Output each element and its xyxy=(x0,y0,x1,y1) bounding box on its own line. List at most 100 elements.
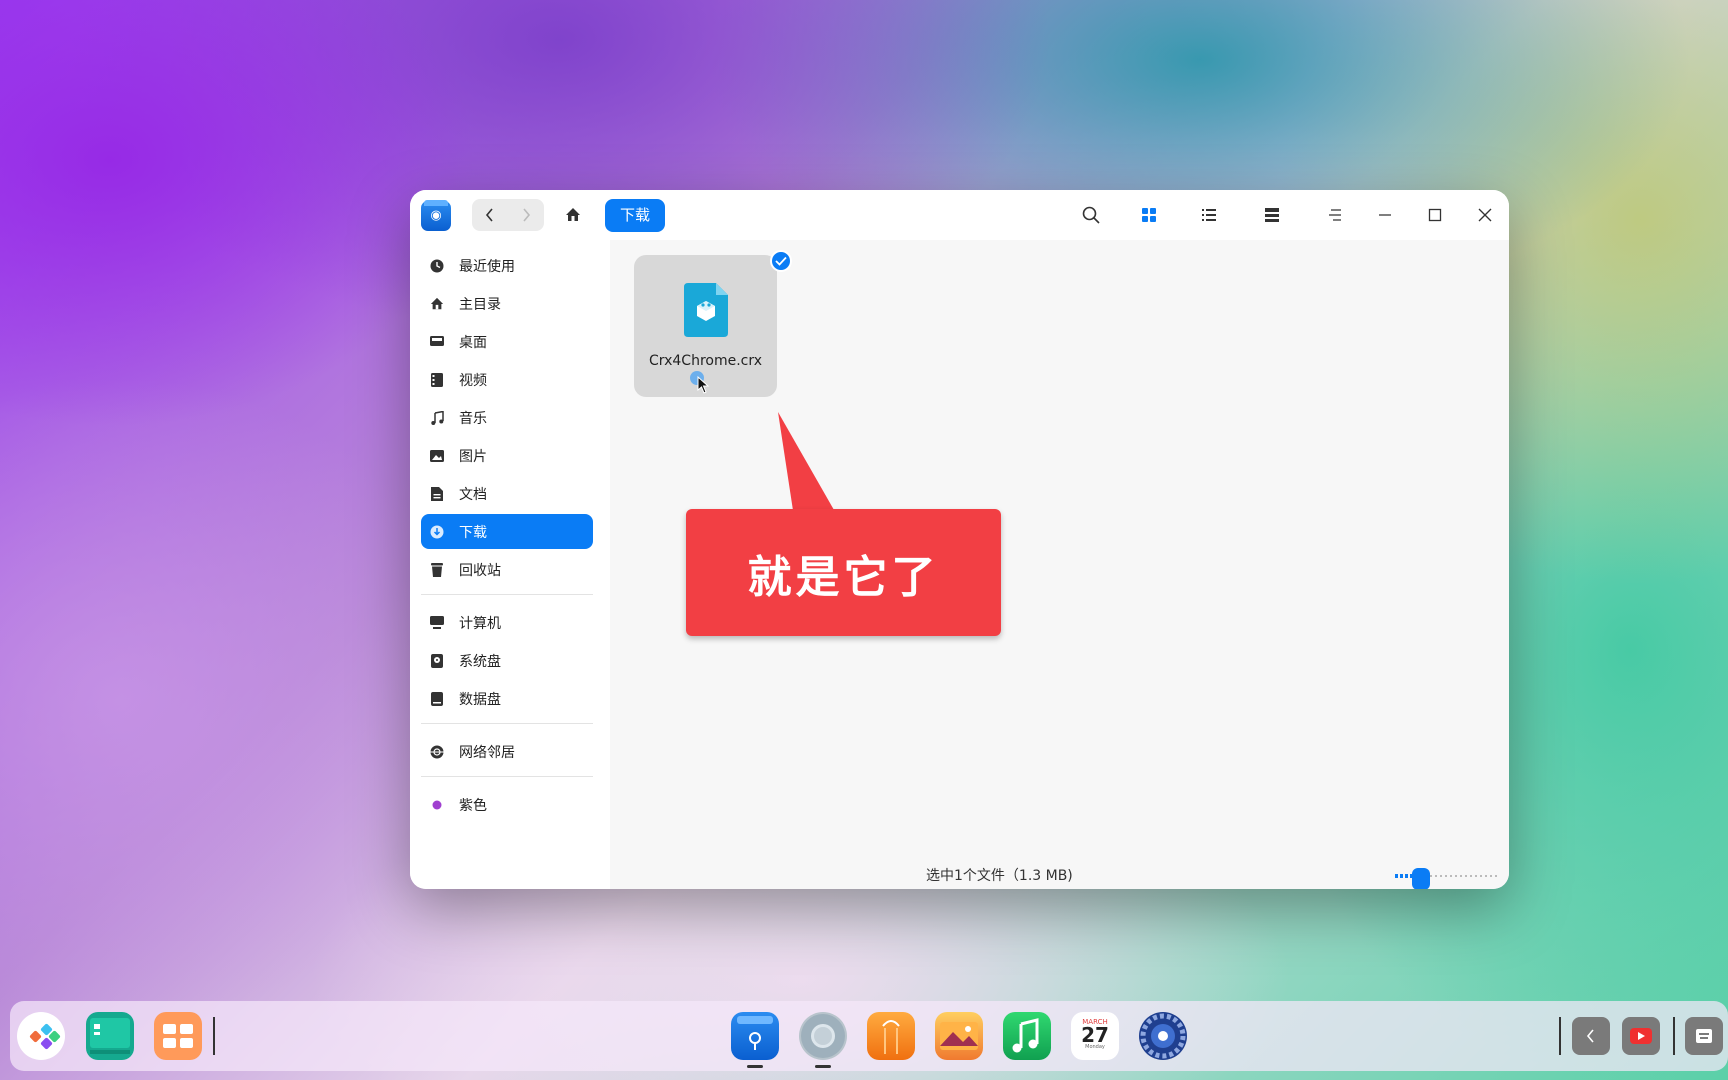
sidebar-item-data-disk[interactable]: 数据盘 xyxy=(421,681,593,716)
screen-record-button[interactable] xyxy=(1622,1017,1660,1055)
sidebar-item-music[interactable]: 音乐 xyxy=(421,400,593,435)
sidebar-item-label: 文档 xyxy=(459,486,487,503)
callout-pointer xyxy=(778,412,838,517)
sidebar-item-label: 网络邻居 xyxy=(459,744,515,761)
mouse-pointer-icon xyxy=(697,376,710,394)
maximize-button[interactable] xyxy=(1423,203,1447,227)
sidebar-item-system-disk[interactable]: 系统盘 xyxy=(421,643,593,678)
sidebar-item-label: 数据盘 xyxy=(459,691,501,708)
back-button[interactable] xyxy=(472,199,508,231)
minimize-button[interactable] xyxy=(1373,203,1397,227)
chevron-left-icon xyxy=(485,208,493,222)
tree-view-icon xyxy=(1265,208,1279,222)
image-viewer-icon[interactable] xyxy=(935,1012,983,1060)
minimize-icon xyxy=(1379,214,1391,216)
sidebar-item-label: 主目录 xyxy=(459,296,501,313)
tree-view-button[interactable] xyxy=(1260,203,1284,227)
home-icon xyxy=(566,208,580,221)
running-indicator xyxy=(815,1065,831,1068)
grid-view-icon xyxy=(1142,208,1156,222)
file-view: Crx4Chrome.crx 就是它了 选中1个文件（1.3 MB) xyxy=(610,240,1509,889)
multitask-view-icon[interactable] xyxy=(154,1012,202,1060)
desktop: { "window": { "app_logo_icon": "file-man… xyxy=(0,0,1728,1080)
music-icon[interactable] xyxy=(1003,1012,1051,1060)
sidebar-item-label: 紫色 xyxy=(459,797,487,814)
computer-icon xyxy=(429,615,445,631)
running-indicator xyxy=(747,1065,763,1068)
trash-icon xyxy=(429,562,445,578)
network-icon xyxy=(429,744,445,760)
zoom-slider[interactable] xyxy=(1395,868,1497,889)
menu-icon xyxy=(1329,209,1341,221)
calendar-day: 27 xyxy=(1081,1023,1109,1047)
sidebar-item-label: 桌面 xyxy=(459,334,487,351)
annotation-callout: 就是它了 xyxy=(686,509,1001,636)
dock-separator xyxy=(1673,1017,1675,1055)
sidebar-item-videos[interactable]: 视频 xyxy=(421,362,593,397)
file-name: Crx4Chrome.crx xyxy=(648,353,763,369)
sidebar-item-label: 下载 xyxy=(459,524,487,541)
sidebar-item-documents[interactable]: 文档 xyxy=(421,476,593,511)
sidebar-item-computer[interactable]: 计算机 xyxy=(421,605,593,640)
sidebar-item-trash[interactable]: 回收站 xyxy=(421,552,593,587)
zoom-slider-handle[interactable] xyxy=(1411,868,1430,889)
dock-separator xyxy=(213,1017,215,1055)
sidebar-item-recent[interactable]: 最近使用 xyxy=(421,248,593,283)
sidebar-item-network[interactable]: 网络邻居 xyxy=(421,734,593,769)
file-item[interactable]: Crx4Chrome.crx xyxy=(634,255,777,397)
settings-icon[interactable] xyxy=(1139,1012,1187,1060)
purple-tag-icon xyxy=(429,797,445,813)
title-bar: ◉ 下载 xyxy=(410,190,1509,240)
crx-file-icon xyxy=(684,283,728,337)
sidebar-item-label: 音乐 xyxy=(459,410,487,427)
sidebar-item-pictures[interactable]: 图片 xyxy=(421,438,593,473)
file-manager-icon[interactable] xyxy=(731,1012,779,1060)
sidebar-item-label: 最近使用 xyxy=(459,258,515,275)
sidebar-item-label: 视频 xyxy=(459,372,487,389)
tray-collapse-button[interactable] xyxy=(1572,1017,1610,1055)
keyboard-icon xyxy=(1696,1029,1712,1043)
breadcrumb-current[interactable]: 下载 xyxy=(605,199,666,232)
search-icon xyxy=(1082,206,1100,224)
data-disk-icon xyxy=(429,691,445,707)
document-icon xyxy=(429,486,445,502)
selected-check-icon xyxy=(770,250,792,272)
dock: MARCH 27 Monday xyxy=(10,1001,1728,1071)
chevron-right-icon xyxy=(523,208,531,222)
list-view-button[interactable] xyxy=(1197,203,1221,227)
sidebar-item-label: 计算机 xyxy=(459,615,501,632)
download-icon xyxy=(429,524,445,540)
calendar-icon[interactable]: MARCH 27 Monday xyxy=(1071,1012,1119,1060)
app-store-icon[interactable] xyxy=(867,1012,915,1060)
status-bar: 选中1个文件（1.3 MB) xyxy=(610,863,1509,889)
forward-button[interactable] xyxy=(508,199,544,231)
home-button[interactable] xyxy=(556,199,590,231)
sidebar-item-tag-purple[interactable]: 紫色 xyxy=(421,787,593,822)
picture-icon xyxy=(429,448,445,464)
status-text: 选中1个文件（1.3 MB) xyxy=(926,868,1073,884)
file-manager-icon[interactable]: ◉ xyxy=(421,200,451,231)
clock-icon xyxy=(429,258,445,274)
video-icon xyxy=(429,372,445,388)
sidebar-item-desktop[interactable]: 桌面 xyxy=(421,324,593,359)
launcher-icon[interactable] xyxy=(17,1012,65,1060)
sidebar-divider xyxy=(421,776,593,777)
screen-record-icon xyxy=(1630,1028,1652,1044)
icon-view-button[interactable] xyxy=(1137,203,1161,227)
sidebar-item-downloads[interactable]: 下载 xyxy=(421,514,593,549)
search-button[interactable] xyxy=(1079,203,1103,227)
maximize-icon xyxy=(1428,208,1442,222)
keyboard-button[interactable] xyxy=(1685,1017,1723,1055)
main-menu-button[interactable] xyxy=(1323,203,1347,227)
sidebar-item-home[interactable]: 主目录 xyxy=(421,286,593,321)
music-icon xyxy=(429,410,445,426)
desktop-icon xyxy=(429,334,445,350)
calendar-weekday: Monday xyxy=(1085,1044,1105,1050)
list-view-icon xyxy=(1202,209,1216,221)
close-icon xyxy=(1478,208,1492,222)
close-button[interactable] xyxy=(1473,203,1497,227)
terminal-icon[interactable] xyxy=(86,1012,134,1060)
sidebar-item-label: 系统盘 xyxy=(459,653,501,670)
navigation-buttons xyxy=(472,199,544,231)
browser-icon[interactable] xyxy=(799,1012,847,1060)
